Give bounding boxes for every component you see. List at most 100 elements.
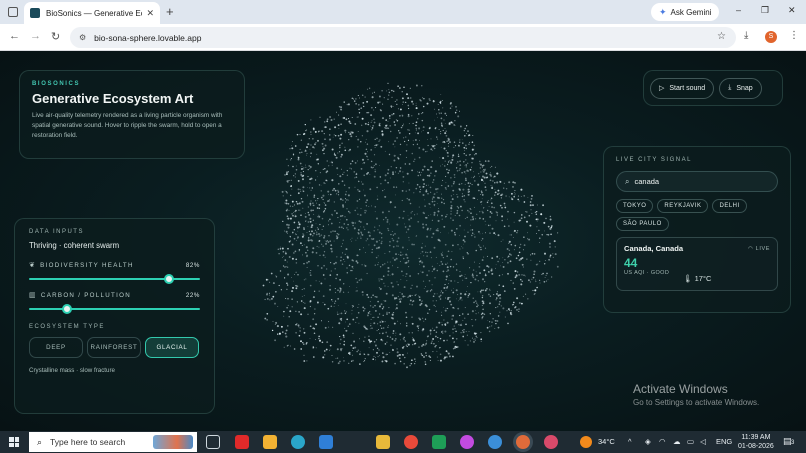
activate-windows-title: Activate Windows (633, 382, 728, 396)
close-window-button[interactable]: ✕ (788, 5, 796, 16)
carbon-label-wrap: ▥ CARBON / POLLUTION (29, 291, 132, 300)
site-favicon-icon (30, 8, 40, 18)
ecosystem-type-label: ECOSYSTEM TYPE (29, 324, 105, 330)
minimize-button[interactable]: – (736, 5, 741, 15)
factory-icon: ▥ (29, 292, 37, 299)
weather-temp[interactable]: 34°C (598, 437, 615, 446)
city-chips: TOKYO REYKJAVIK DELHI SÃO PAULO (616, 199, 778, 231)
forward-arrow-icon[interactable]: → (30, 30, 41, 42)
maximize-button[interactable]: ❐ (761, 5, 769, 16)
carbon-label: CARBON / POLLUTION (40, 291, 132, 299)
swarm-status: Thriving · coherent swarm (29, 241, 120, 250)
live-label: LIVE (755, 246, 770, 252)
chrome-active-icon[interactable] (516, 435, 530, 449)
aqi-value: 44 (624, 256, 638, 270)
tab-title: BioSonics — Generative Ecosystem (46, 8, 142, 18)
start-sound-label: Start sound (669, 84, 706, 92)
clock-date: 01-08-2026 (738, 443, 774, 450)
live-city-signal-panel: LIVE CITY SIGNAL ⌕ TOKYO REYKJAVIK DELHI… (603, 146, 791, 313)
new-tab-button[interactable]: + (166, 4, 174, 19)
start-sound-button[interactable]: ▷ Start sound (650, 77, 715, 99)
chrome-profile-icon[interactable] (460, 435, 474, 449)
city-chip-reykjavik[interactable]: REYKJAVIK (657, 199, 709, 213)
back-arrow-icon[interactable]: ← (9, 30, 20, 42)
tab-close-icon[interactable]: ✕ (146, 8, 154, 19)
store-icon[interactable] (263, 435, 277, 449)
file-explorer-icon[interactable] (376, 435, 390, 449)
page-canvas: BIOSONICS Generative Ecosystem Art Live … (0, 51, 806, 431)
browser-tab-active[interactable]: BioSonics — Generative Ecosystem ✕ (24, 2, 160, 24)
city-chip-tokyo[interactable]: TOKYO (616, 199, 654, 213)
tray-network-icon[interactable]: ◈ (645, 437, 651, 446)
notification-count: 3 (791, 440, 795, 446)
ecosystem-rainforest-button[interactable]: RAINFOREST (87, 337, 141, 358)
browser-menu-icon[interactable]: ⋮ (789, 30, 799, 41)
live-badge: ◠ LIVE (748, 246, 770, 252)
city-chip-sao-paulo[interactable]: SÃO PAULO (616, 217, 669, 231)
language-indicator[interactable]: ENG (716, 437, 732, 446)
thermometer-icon: 🌡︎ (683, 274, 695, 283)
wifi-icon: ◠ (748, 246, 756, 252)
tray-wifi-icon[interactable]: ◠ (659, 437, 666, 446)
reload-icon[interactable]: ↻ (51, 30, 60, 43)
meet-icon[interactable] (432, 435, 446, 449)
city-chip-delhi[interactable]: DELHI (712, 199, 747, 213)
tray-chevron-icon[interactable]: ^ (628, 437, 632, 446)
mail-icon[interactable] (319, 435, 333, 449)
weather-icon[interactable] (580, 436, 592, 448)
address-bar[interactable]: ⚙ bio-sona-sphere.lovable.app ☆ (70, 27, 736, 48)
search-icon: ⌕ (625, 176, 630, 186)
ecosystem-deep-button[interactable]: DEEP (29, 337, 83, 358)
carbon-value: 22% (185, 291, 200, 299)
biodiversity-metric: ❦ BIODIVERSITY HEALTH 82% (29, 261, 200, 270)
browser-address-row: ← → ↻ ⚙ bio-sona-sphere.lovable.app ☆ ⤓ … (0, 24, 806, 51)
tray-volume-icon[interactable]: ◁ (700, 437, 706, 446)
site-settings-icon[interactable]: ⚙ (79, 33, 86, 42)
biodiversity-slider-handle[interactable] (164, 274, 175, 284)
ecosystem-type-note: Crystalline mass · slow fracture (29, 367, 115, 374)
ask-gemini-button[interactable]: ✦ Ask Gemini (651, 3, 720, 21)
city-signal-label: LIVE CITY SIGNAL (616, 157, 692, 163)
ecosystem-glacial-button[interactable]: GLACIAL (145, 337, 199, 358)
tray-battery-icon[interactable]: ▭ (687, 437, 694, 446)
city-card: Canada, Canada ◠ LIVE 44 US AQI · GOOD 🌡… (616, 237, 778, 291)
swarm-particles (262, 82, 559, 369)
youtube-icon[interactable] (235, 435, 249, 449)
bookmark-star-icon[interactable]: ☆ (717, 31, 726, 42)
biodiversity-label-wrap: ❦ BIODIVERSITY HEALTH (29, 261, 134, 270)
page-title: Generative Ecosystem Art (32, 91, 194, 106)
gemini-sparkle-icon: ✦ (659, 6, 667, 17)
search-icon: ⌕ (37, 436, 43, 447)
tray-cloud-icon[interactable]: ☁ (673, 437, 681, 446)
city-search-input[interactable] (634, 177, 755, 186)
snap-label: Snap (736, 84, 753, 92)
sound-controls: ▷ Start sound ⤓ Snap (643, 70, 783, 106)
tab-search-icon[interactable] (8, 7, 18, 17)
windows-taskbar: ⌕ Type here to search 34°C ^ ◈ ◠ ☁ ▭ ◁ E… (0, 431, 806, 453)
biodiversity-label: BIODIVERSITY HEALTH (40, 261, 134, 269)
carbon-metric: ▥ CARBON / POLLUTION 22% (29, 291, 200, 300)
carbon-slider[interactable] (29, 304, 200, 314)
download-icon: ⤓ (728, 84, 732, 91)
chrome-icon[interactable] (404, 435, 418, 449)
url-text: bio-sona-sphere.lovable.app (94, 32, 202, 43)
hero-description: Live air-quality telemetry rendered as a… (32, 112, 223, 139)
chrome-profile-2-icon[interactable] (488, 435, 502, 449)
city-search[interactable]: ⌕ (616, 171, 778, 192)
profile-avatar[interactable]: S (765, 31, 777, 43)
system-clock[interactable]: 11:39 AM 01-08-2026 (738, 433, 774, 451)
download-icon[interactable]: ⤓ (744, 30, 748, 41)
task-view-icon[interactable] (206, 435, 220, 449)
edge-icon[interactable] (291, 435, 305, 449)
taskbar-search-placeholder: Type here to search (50, 437, 126, 447)
snap-button[interactable]: ⤓ Snap (719, 77, 762, 99)
data-inputs-panel: DATA INPUTS Thriving · coherent swarm ❦ B… (14, 218, 215, 414)
taskbar-search[interactable]: ⌕ Type here to search (29, 432, 197, 452)
windows-start-icon[interactable] (9, 437, 19, 447)
biodiversity-slider[interactable] (29, 274, 200, 284)
hero-panel: BIOSONICS Generative Ecosystem Art Live … (19, 70, 245, 159)
chrome-profile-3-icon[interactable] (544, 435, 558, 449)
play-icon: ▷ (659, 85, 665, 92)
carbon-slider-handle[interactable] (61, 304, 72, 314)
biodiversity-value: 82% (185, 261, 200, 269)
